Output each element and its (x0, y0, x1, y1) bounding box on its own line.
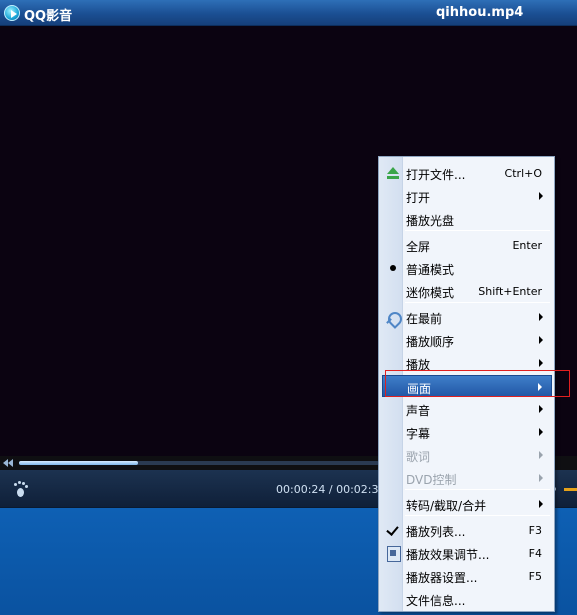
volume-slider[interactable] (564, 488, 577, 491)
menu-item-label: 文件信息... (406, 594, 466, 608)
submenu-arrow-icon (539, 500, 543, 508)
menu-item-lyrics: 歌词 (382, 444, 552, 466)
menu-item-mini-mode[interactable]: 迷你模式 Shift+Enter (382, 280, 552, 302)
menu-item-fullscreen[interactable]: 全屏 Enter (382, 234, 552, 256)
menu-item-label: 歌词 (406, 450, 431, 464)
app-title: QQ影音 (24, 9, 73, 24)
title-bar[interactable]: QQ影音 qihhou.mp4 (0, 0, 577, 26)
menu-separator (405, 230, 550, 231)
menu-item-effects[interactable]: 播放效果调节... F4 (382, 542, 552, 564)
submenu-arrow-icon (539, 192, 543, 200)
menu-item-label: 转码/截取/合并 (406, 499, 487, 513)
menu-item-play-disc[interactable]: 播放光盘 (382, 208, 552, 230)
submenu-arrow-icon (539, 474, 543, 482)
menu-item-label: 全屏 (406, 240, 431, 254)
menu-item-label: 播放顺序 (406, 335, 455, 349)
menu-item-label: 播放效果调节... (406, 548, 490, 562)
footprint-icon[interactable] (14, 481, 28, 497)
menu-item-shortcut: F5 (528, 570, 542, 583)
qq-player-logo-icon (4, 5, 20, 21)
menu-item-label: 打开文件... (406, 168, 466, 182)
time-readout: 00:00:24 / 00:02:30 (276, 483, 386, 496)
menu-item-player-settings[interactable]: 播放器设置... F5 (382, 565, 552, 587)
callout-highlight (385, 370, 570, 397)
eject-icon (385, 165, 401, 181)
menu-item-label: 播放器设置... (406, 571, 478, 585)
menu-item-shortcut: Shift+Enter (478, 285, 542, 298)
menu-item-open-file[interactable]: 打开文件... Ctrl+O (382, 162, 552, 184)
submenu-arrow-icon (539, 428, 543, 436)
menu-separator (405, 302, 550, 303)
submenu-arrow-icon (539, 451, 543, 459)
menu-item-label: 播放光盘 (406, 214, 455, 228)
menu-item-subtitle[interactable]: 字幕 (382, 421, 552, 443)
menu-item-open[interactable]: 打开 (382, 185, 552, 207)
menu-item-always-on-top[interactable]: 在最前 (382, 306, 552, 328)
check-icon (385, 522, 401, 538)
rewind-icon[interactable] (3, 458, 15, 468)
menu-item-file-info[interactable]: 文件信息... (382, 588, 552, 610)
submenu-arrow-icon (539, 313, 543, 321)
settings-doc-icon (385, 545, 401, 562)
menu-item-label: 在最前 (406, 312, 443, 326)
menu-item-shortcut: Enter (512, 239, 542, 252)
submenu-arrow-icon (539, 336, 543, 344)
menu-item-normal-mode[interactable]: 普通模式 (382, 257, 552, 279)
file-title: qihhou.mp4 (436, 5, 524, 20)
menu-item-audio[interactable]: 声音 (382, 398, 552, 420)
menu-item-shortcut: F3 (528, 524, 542, 537)
menu-item-label: 字幕 (406, 427, 431, 441)
menu-item-shortcut: F4 (528, 547, 542, 560)
pin-icon (385, 309, 401, 325)
submenu-arrow-icon (539, 405, 543, 413)
menu-item-label: DVD控制 (406, 473, 457, 487)
submenu-arrow-icon (539, 359, 543, 367)
menu-item-play-order[interactable]: 播放顺序 (382, 329, 552, 351)
menu-item-dvd-control: DVD控制 (382, 467, 552, 489)
menu-separator (405, 489, 550, 490)
menu-item-shortcut: Ctrl+O (504, 167, 542, 180)
menu-item-label: 迷你模式 (406, 286, 455, 300)
menu-item-label: 普通模式 (406, 263, 455, 277)
menu-item-transcode[interactable]: 转码/截取/合并 (382, 493, 552, 515)
seek-bar[interactable] (19, 461, 379, 465)
bullet-icon (385, 260, 401, 276)
menu-item-label: 声音 (406, 404, 431, 418)
menu-item-playlist[interactable]: 播放列表... F3 (382, 519, 552, 541)
menu-item-label: 播放列表... (406, 525, 466, 539)
menu-item-label: 打开 (406, 191, 431, 205)
seek-progress (19, 461, 138, 465)
menu-separator (405, 515, 550, 516)
